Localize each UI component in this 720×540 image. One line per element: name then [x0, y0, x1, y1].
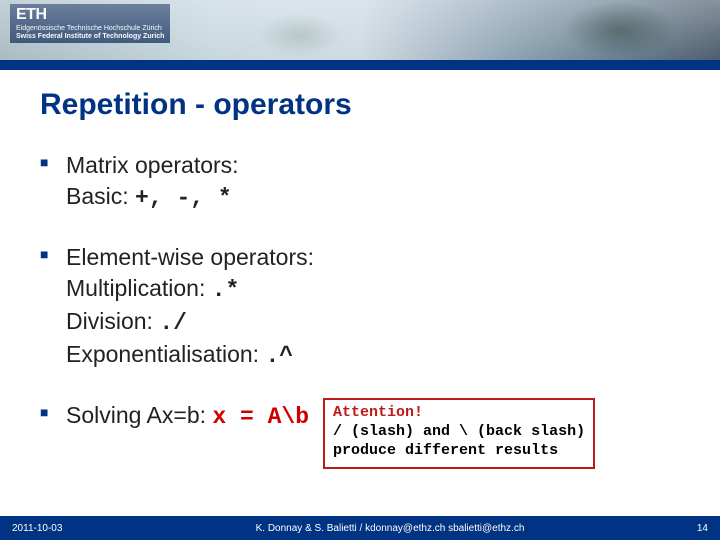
matrix-basic-label: Basic:	[66, 183, 129, 209]
eth-logo-sub1: Eidgenössische Technische Hochschule Zür…	[16, 25, 164, 33]
list-item: Element-wise operators: Multiplication: …	[40, 242, 680, 372]
header-photo: ETH Eidgenössische Technische Hochschule…	[0, 0, 720, 60]
bullet-solve: Solving Ax=b: x = A\b	[40, 400, 309, 433]
footer: 2011-10-03 K. Donnay & S. Balietti / kdo…	[0, 516, 720, 540]
elem-exp-op: .^	[265, 343, 293, 369]
elem-div-label: Division:	[66, 308, 153, 334]
matrix-basic-ops: +, -, *	[135, 185, 232, 211]
slide: ETH Eidgenössische Technische Hochschule…	[0, 0, 720, 540]
eth-logo: ETH Eidgenössische Technische Hochschule…	[10, 4, 170, 43]
list-item: Solving Ax=b: x = A\b	[40, 400, 309, 433]
eth-logo-sub2: Swiss Federal Institute of Technology Zu…	[16, 33, 164, 41]
elem-div-op: ./	[159, 310, 187, 336]
attention-line2: produce different results	[333, 442, 585, 461]
footer-page: 14	[648, 523, 708, 534]
attention-line1: / (slash) and \ (back slash)	[333, 423, 585, 442]
eth-logo-text: ETH	[16, 6, 47, 23]
element-label: Element-wise operators:	[66, 244, 314, 270]
solve-code: x = A\b	[212, 404, 309, 430]
blue-bar	[0, 60, 720, 70]
solve-row: Solving Ax=b: x = A\b Attention! / (slas…	[40, 400, 680, 468]
bullet-elementwise: Element-wise operators: Multiplication: …	[40, 242, 680, 372]
elem-mult-label: Multiplication:	[66, 275, 205, 301]
list-item: Matrix operators: Basic: +, -, *	[40, 150, 680, 214]
footer-center: K. Donnay & S. Balietti / kdonnay@ethz.c…	[132, 523, 648, 534]
bullet-matrix: Matrix operators: Basic: +, -, *	[40, 150, 680, 214]
attention-box: Attention! / (slash) and \ (back slash) …	[323, 398, 595, 468]
attention-header: Attention!	[333, 404, 585, 423]
matrix-label: Matrix operators:	[66, 152, 239, 178]
page-title: Repetition - operators	[40, 88, 680, 122]
content: Repetition - operators Matrix operators:…	[0, 70, 720, 469]
elem-exp-label: Exponentialisation:	[66, 341, 259, 367]
elem-mult-op: .*	[212, 277, 240, 303]
footer-date: 2011-10-03	[12, 523, 132, 534]
solve-label: Solving Ax=b:	[66, 402, 206, 428]
